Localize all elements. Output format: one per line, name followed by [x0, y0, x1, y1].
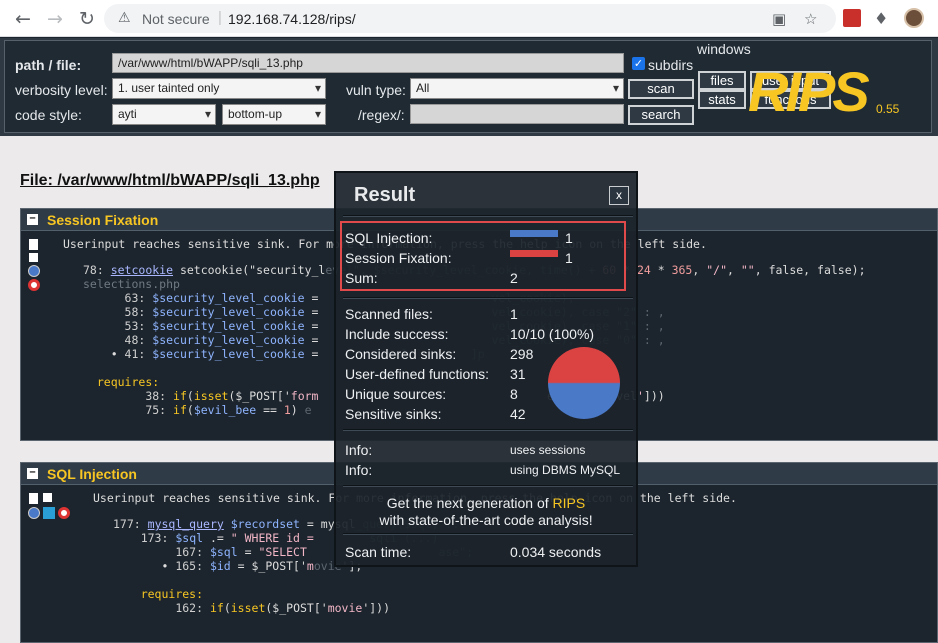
path-input[interactable]: /var/www/html/bWAPP/sqli_13.php — [112, 53, 624, 73]
vuln-title: Session Fixation — [47, 212, 159, 228]
windows-label: windows — [697, 41, 751, 57]
stat-value: 8 — [510, 386, 518, 402]
codestyle-select[interactable]: ayti — [112, 104, 216, 125]
promo-line-1: Get the next generation of RIPS — [336, 495, 636, 511]
stat-label: User-defined functions: — [345, 366, 489, 382]
promo-text: Get the next generation of — [386, 495, 549, 511]
rips-logo: RIPS — [748, 64, 870, 120]
session-count: 1 — [565, 250, 573, 266]
warning-icon: ⚠ — [118, 10, 131, 26]
extension-book-icon[interactable] — [843, 9, 861, 27]
browser-chrome: ← → ↻ ⚠ Not secure | 192.168.74.128/rips… — [0, 0, 938, 37]
codestyle-label: code style: — [15, 107, 82, 123]
sum-label: Sum: — [345, 270, 378, 286]
address-bar[interactable]: ⚠ Not secure | 192.168.74.128/rips/ ▣ ☆ — [104, 4, 836, 33]
divider — [343, 429, 633, 431]
collapse-icon[interactable]: – — [27, 213, 38, 225]
session-bar — [510, 250, 558, 257]
direction-select[interactable]: bottom-up — [222, 104, 326, 125]
subdirs-label: subdirs — [648, 57, 694, 73]
search-button[interactable]: search — [628, 105, 694, 125]
close-button[interactable]: x — [609, 186, 629, 205]
stat-label: Include success: — [345, 326, 449, 342]
info-value: uses sessions — [510, 443, 586, 457]
stats-button[interactable]: stats — [698, 90, 746, 109]
stat-value: 31 — [510, 366, 526, 382]
path-label: path / file: — [15, 57, 82, 73]
divider — [343, 533, 633, 535]
vulntype-select[interactable]: All — [410, 78, 624, 99]
security-label: Not secure — [142, 11, 210, 27]
sqli-label: SQL Injection: — [345, 230, 433, 246]
sum-value: 2 — [510, 270, 518, 286]
scan-time-value: 0.034 seconds — [510, 544, 602, 560]
regex-label: /regex/: — [358, 107, 405, 123]
address-separator: | — [218, 9, 222, 26]
stat-label: Unique sources: — [345, 386, 447, 402]
divider — [343, 215, 633, 217]
data-leak-icon[interactable] — [43, 507, 55, 519]
file-icon[interactable] — [29, 493, 38, 504]
verbosity-label: verbosity level: — [15, 82, 108, 98]
help-icon[interactable] — [28, 265, 40, 277]
verbosity-select[interactable]: 1. user tainted only — [112, 78, 326, 99]
sqli-count: 1 — [565, 230, 573, 246]
session-label: Session Fixation: — [345, 250, 452, 266]
forward-icon[interactable]: → — [44, 8, 66, 30]
profile-avatar[interactable] — [904, 8, 924, 28]
stat-value: 1 — [510, 306, 518, 322]
version-label: 0.55 — [876, 102, 900, 116]
divider — [343, 485, 633, 487]
url-text[interactable]: 192.168.74.128/rips/ — [228, 11, 356, 27]
collapse-icon[interactable]: – — [27, 467, 38, 479]
info-value: using DBMS MySQL — [510, 463, 621, 477]
divider — [343, 297, 633, 299]
stat-label: Scanned files: — [345, 306, 433, 322]
stat-value: 42 — [510, 406, 526, 422]
subdirs-checkbox[interactable]: ✓ — [632, 57, 645, 70]
stat-label: Sensitive sinks: — [345, 406, 442, 422]
regex-input[interactable] — [410, 104, 624, 124]
files-button[interactable]: files — [698, 71, 746, 90]
extensions-puzzle-icon[interactable]: ♦ — [874, 9, 892, 28]
exploit-target-icon[interactable] — [58, 507, 70, 519]
translate-icon[interactable]: ▣ — [772, 10, 786, 28]
help-icon[interactable] — [28, 507, 40, 519]
minimize-icon[interactable] — [29, 253, 38, 262]
file-title[interactable]: File: /var/www/html/bWAPP/sqli_13.php — [20, 172, 320, 190]
result-title: Result — [354, 184, 416, 206]
minimize-icon[interactable] — [43, 493, 52, 502]
info-label: Info: — [345, 442, 373, 458]
vuln-pie-chart — [548, 347, 620, 419]
bookmark-star-icon[interactable]: ☆ — [804, 10, 817, 28]
scan-button[interactable]: scan — [628, 79, 694, 99]
result-dialog: Result x SQL Injection: 1 Session Fixati… — [334, 171, 638, 567]
sqli-bar — [510, 230, 558, 237]
scan-time-label: Scan time: — [345, 544, 412, 560]
promo-brand-link[interactable]: RIPS — [553, 495, 586, 511]
vulntype-label: vuln type: — [346, 82, 406, 98]
stat-label: Considered sinks: — [345, 346, 457, 362]
promo-line-2: with state-of-the-art code analysis! — [379, 512, 593, 528]
info-label: Info: — [345, 462, 373, 478]
file-icon[interactable] — [29, 239, 38, 250]
rips-toolbar: path / file: /var/www/html/bWAPP/sqli_13… — [0, 37, 938, 136]
rips-logo-text: RIPS — [748, 60, 870, 123]
exploit-target-icon[interactable] — [28, 279, 40, 291]
stat-value: 298 — [510, 346, 534, 362]
stat-value: 10/10 (100%) — [510, 326, 595, 342]
back-icon[interactable]: ← — [12, 8, 34, 30]
reload-icon[interactable]: ↻ — [76, 8, 98, 30]
vuln-title: SQL Injection — [47, 466, 137, 482]
